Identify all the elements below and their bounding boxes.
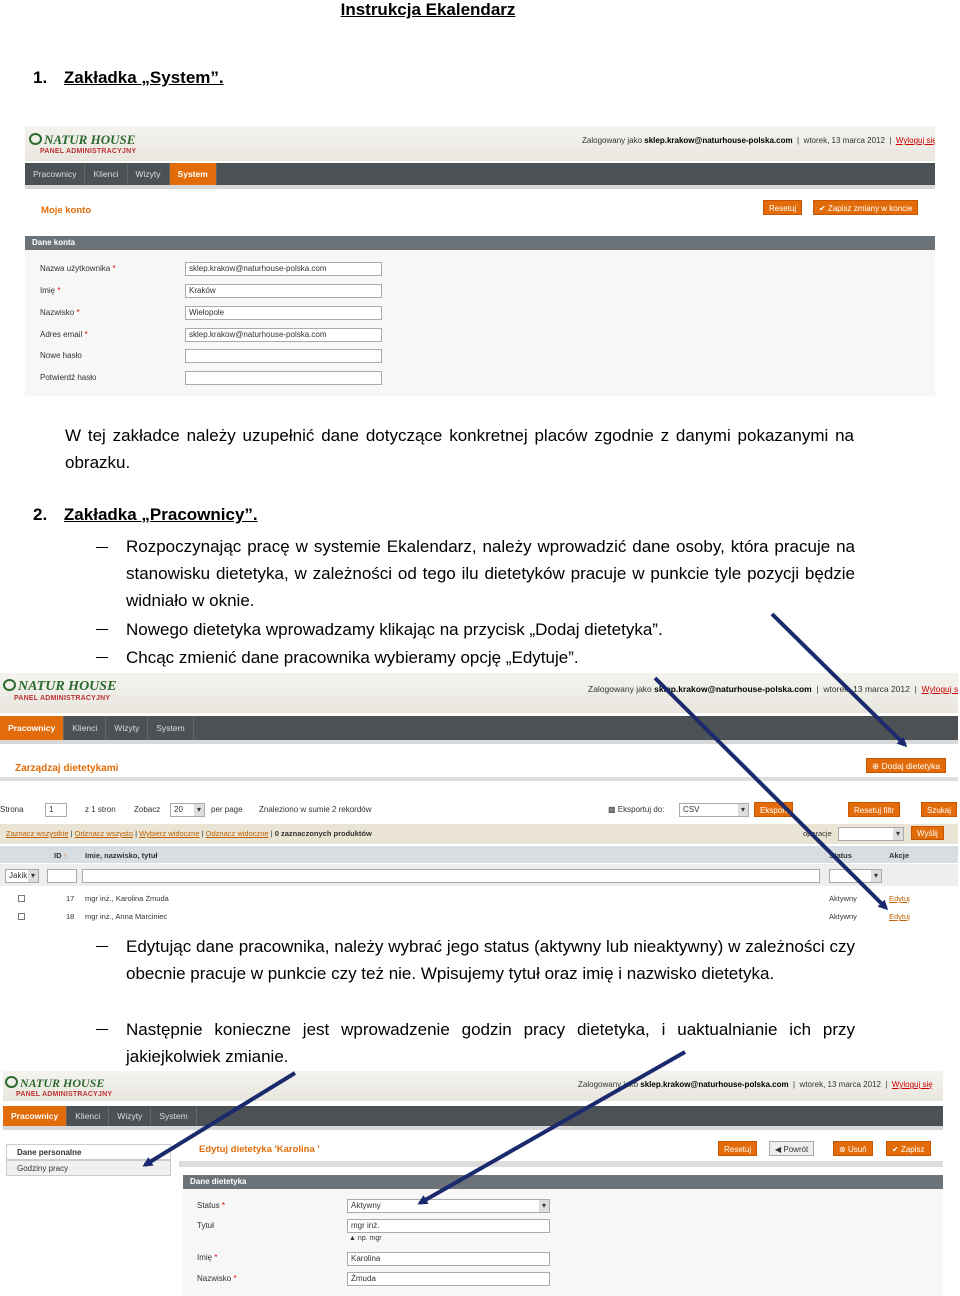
arrow-to-status-field — [417, 1050, 686, 1205]
annotation-arrows — [142, 612, 908, 1205]
arrow-to-edit-link — [653, 676, 889, 911]
arrow-to-add-button — [770, 612, 908, 748]
arrow-to-working-hours — [142, 1071, 297, 1167]
